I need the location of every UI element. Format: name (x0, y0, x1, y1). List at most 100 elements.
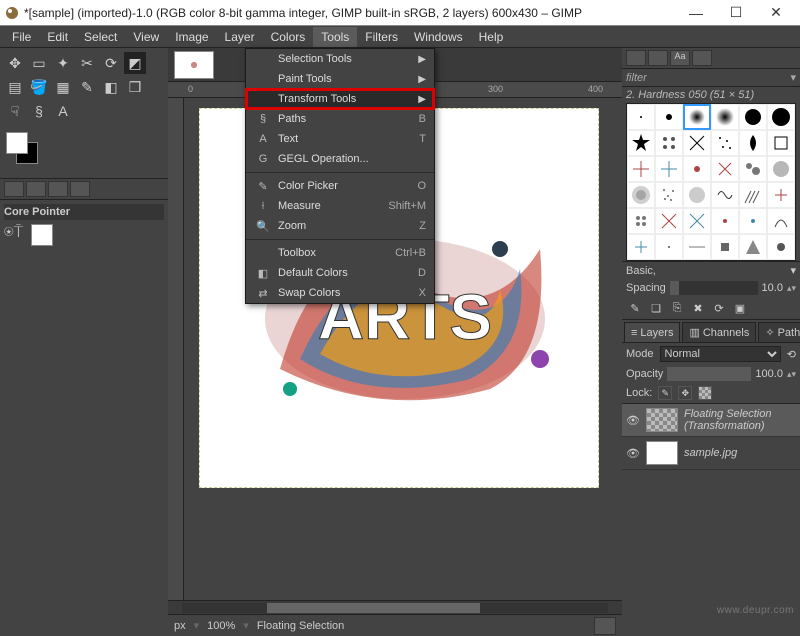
brush-item[interactable] (739, 208, 767, 234)
brush-item[interactable] (711, 182, 739, 208)
menu-layer[interactable]: Layer (217, 27, 263, 47)
mode-select[interactable]: Normal (660, 346, 781, 362)
fonts-tab[interactable]: Aa (670, 50, 690, 66)
brush-item[interactable] (767, 182, 795, 208)
close-button[interactable]: ✕ (756, 0, 796, 26)
open-as-image-button[interactable]: ▣ (731, 300, 749, 316)
images-tab[interactable] (70, 181, 90, 197)
brush-item[interactable] (767, 156, 795, 182)
layer-row[interactable]: 👁 sample.jpg (622, 437, 800, 470)
brush-item[interactable] (711, 156, 739, 182)
menu-item-paint-tools[interactable]: Paint Tools▶ (246, 69, 434, 89)
menu-file[interactable]: File (4, 27, 39, 47)
tool-clone[interactable]: ❒ (124, 76, 146, 98)
duplicate-brush-button[interactable]: ⎘ (668, 300, 686, 316)
brush-item[interactable] (627, 156, 655, 182)
tab-channels[interactable]: ▥Channels (682, 322, 756, 342)
menu-item-text[interactable]: ATextT (246, 129, 434, 149)
brush-item[interactable] (739, 182, 767, 208)
brush-item[interactable] (683, 182, 711, 208)
menu-item-swap-colors[interactable]: ⇄Swap ColorsX (246, 283, 434, 303)
refresh-brushes-button[interactable]: ⟳ (710, 300, 728, 316)
brush-item[interactable] (627, 104, 655, 130)
tool-eraser[interactable]: ◧ (100, 76, 122, 98)
lock-pixels[interactable]: ✎ (658, 386, 672, 400)
scrollbar-thumb[interactable] (267, 603, 480, 613)
brush-item[interactable] (767, 208, 795, 234)
status-zoom[interactable]: 100% (207, 620, 235, 632)
brush-item[interactable] (655, 234, 683, 260)
menu-select[interactable]: Select (76, 27, 125, 47)
menu-help[interactable]: Help (471, 27, 512, 47)
brush-item[interactable] (739, 130, 767, 156)
brush-item[interactable] (767, 104, 795, 130)
menu-image[interactable]: Image (167, 27, 216, 47)
brush-item[interactable] (711, 104, 739, 130)
navigation-thumb[interactable] (594, 617, 616, 635)
tool-warp[interactable]: ▤ (4, 76, 26, 98)
menu-edit[interactable]: Edit (39, 27, 76, 47)
tool-text[interactable]: A (52, 100, 74, 122)
ruler-vertical[interactable] (168, 98, 184, 600)
status-unit[interactable]: px (174, 620, 186, 632)
brush-item[interactable] (711, 208, 739, 234)
brush-item[interactable] (655, 104, 683, 130)
menu-item-selection-tools[interactable]: Selection Tools▶ (246, 49, 434, 69)
menu-windows[interactable]: Windows (406, 27, 471, 47)
tool-rect-select[interactable]: ▭ (28, 52, 50, 74)
menu-filters[interactable]: Filters (357, 27, 406, 47)
device-status-tab[interactable] (26, 181, 46, 197)
brush-item[interactable] (739, 104, 767, 130)
tab-layers[interactable]: ≡Layers (624, 322, 680, 342)
lock-position[interactable]: ✥ (678, 386, 692, 400)
menu-item-transform-tools[interactable]: Transform Tools▶ (246, 89, 434, 109)
tool-crop[interactable]: ✂ (76, 52, 98, 74)
brush-preset-select[interactable]: Basic, (626, 265, 790, 277)
tool-free-select[interactable]: ✦ (52, 52, 74, 74)
brush-item[interactable] (655, 208, 683, 234)
menu-tools[interactable]: Tools (313, 27, 357, 47)
chevron-down-icon[interactable]: ▾ (790, 264, 796, 277)
scrollbar-horizontal[interactable] (168, 600, 622, 614)
brush-item[interactable] (627, 208, 655, 234)
brush-item[interactable] (683, 130, 711, 156)
brush-item[interactable] (711, 234, 739, 260)
tool-pencil[interactable]: ✎ (76, 76, 98, 98)
menu-view[interactable]: View (125, 27, 167, 47)
menu-item-zoom[interactable]: 🔍ZoomZ (246, 216, 434, 236)
chevron-down-icon[interactable]: ▾ (790, 71, 796, 84)
mode-reset-icon[interactable]: ⟲ (787, 348, 796, 361)
spinner-icon[interactable]: ▴▾ (787, 369, 796, 380)
layer-name[interactable]: sample.jpg (684, 447, 796, 459)
undo-history-tab[interactable] (48, 181, 68, 197)
menu-item-measure[interactable]: ⟊MeasureShift+M (246, 196, 434, 216)
spacing-slider[interactable] (670, 281, 758, 295)
brush-item[interactable] (683, 156, 711, 182)
image-tab-thumb[interactable] (174, 51, 214, 79)
menu-item-default-colors[interactable]: ◧Default ColorsD (246, 263, 434, 283)
tool-bucket[interactable]: 🪣 (28, 76, 50, 98)
brushes-tab[interactable] (626, 50, 646, 66)
delete-brush-button[interactable]: ✖ (689, 300, 707, 316)
spinner-icon[interactable]: ▴▾ (787, 283, 796, 294)
brush-item[interactable] (655, 130, 683, 156)
brush-item[interactable] (627, 182, 655, 208)
patterns-tab[interactable] (648, 50, 668, 66)
maximize-button[interactable]: ☐ (716, 0, 756, 26)
tool-transform[interactable]: ◩ (124, 52, 146, 74)
opacity-slider[interactable] (667, 367, 751, 381)
tool-smudge[interactable]: ☟ (4, 100, 26, 122)
brush-item[interactable] (683, 208, 711, 234)
color-swatch[interactable] (31, 224, 53, 246)
menu-item-gegl-operation[interactable]: GGEGL Operation... (246, 149, 434, 169)
brush-item[interactable] (767, 234, 795, 260)
brush-item[interactable] (683, 234, 711, 260)
brush-item[interactable] (655, 156, 683, 182)
brush-item[interactable] (683, 104, 711, 130)
brush-item[interactable] (655, 182, 683, 208)
history-tab[interactable] (692, 50, 712, 66)
tool-path[interactable]: § (28, 100, 50, 122)
visibility-icon[interactable]: 👁 (626, 414, 640, 427)
lock-alpha[interactable] (698, 386, 712, 400)
menu-item-paths[interactable]: §PathsB (246, 109, 434, 129)
